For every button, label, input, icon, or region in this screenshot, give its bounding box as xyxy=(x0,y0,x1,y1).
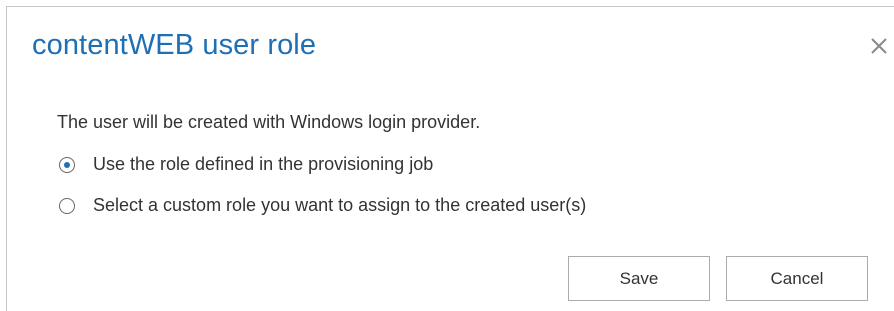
cancel-button[interactable]: Cancel xyxy=(726,256,868,301)
close-icon xyxy=(871,38,887,54)
close-button[interactable] xyxy=(867,34,891,58)
provider-message: The user will be created with Windows lo… xyxy=(57,112,481,132)
save-button[interactable]: Save xyxy=(568,256,710,301)
role-option-label: Use the role defined in the provisioning… xyxy=(93,154,434,174)
role-option-provisioning-job[interactable]: Use the role defined in the provisioning… xyxy=(59,154,433,175)
radio-button-selected[interactable] xyxy=(59,156,75,173)
dialog-title: contentWEB user role xyxy=(32,29,317,61)
radio-button-unselected[interactable] xyxy=(59,197,75,214)
role-option-label: Select a custom role you want to assign … xyxy=(93,195,587,215)
user-role-dialog: contentWEB user role The user will be cr… xyxy=(6,6,894,311)
role-option-custom-role[interactable]: Select a custom role you want to assign … xyxy=(59,195,586,216)
